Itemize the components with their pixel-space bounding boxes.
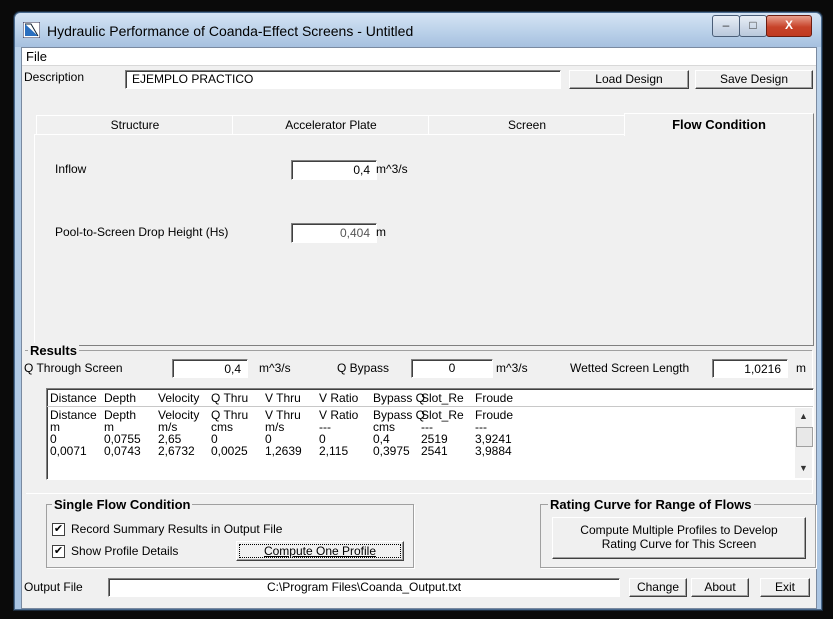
client-area: File Description EJEMPLO PRACTICO Load D… [21, 47, 817, 609]
output-file-path-text: C:\Program Files\Coanda_Output.txt [266, 580, 462, 594]
minimize-button[interactable]: – [712, 15, 740, 37]
list-cell: 0,0025 [211, 444, 248, 458]
inflow-input[interactable]: 0,4 [291, 160, 377, 180]
q-bypass-unit: m^3/s [496, 361, 528, 375]
list-cell: 2,6732 [158, 444, 195, 458]
col-v-ratio: V Ratio [319, 391, 359, 405]
q-bypass-value: 0 [411, 359, 493, 378]
menu-bar: File [22, 48, 816, 66]
q-bypass-label: Q Bypass [337, 361, 390, 375]
col-depth: Depth [104, 391, 137, 405]
save-design-button[interactable]: Save Design [695, 70, 813, 89]
list-cell: 2541 [421, 444, 448, 458]
menu-file[interactable]: File [26, 49, 47, 64]
results-scrollbar[interactable]: ▲ ▼ [795, 408, 813, 478]
inflow-unit: m^3/s [376, 162, 408, 176]
scroll-thumb[interactable] [796, 427, 813, 447]
rating-button-line1: Compute Multiple Profiles to Develop [580, 523, 778, 537]
list-cell: 3,9884 [475, 444, 512, 458]
app-icon [23, 22, 40, 38]
output-file-label: Output File [24, 580, 83, 594]
list-cell: 1,2639 [265, 444, 302, 458]
output-file-path: C:\Program Files\Coanda_Output.txt [108, 578, 620, 597]
col-distance: Distance [50, 391, 97, 405]
q-bypass-number: 0 [448, 361, 456, 375]
col-bypass-q: Bypass Q [373, 391, 426, 405]
title-bar[interactable]: Hydraulic Performance of Coanda-Effect S… [15, 13, 821, 47]
q-through-value: 0,4 [172, 359, 248, 378]
rating-button-line2: Rating Curve for This Screen [601, 537, 757, 551]
scroll-down-arrow-icon[interactable]: ▼ [795, 460, 812, 477]
drop-height-unit: m [376, 225, 386, 239]
drop-height-input[interactable]: 0,404 [291, 223, 377, 243]
record-summary-checkbox[interactable]: ✔ [52, 523, 65, 536]
description-label: Description [24, 70, 85, 84]
show-details-label: Show Profile Details [71, 544, 179, 558]
show-details-checkbox[interactable]: ✔ [52, 545, 65, 558]
wetted-length-value: 1,0216 [712, 359, 788, 378]
change-button[interactable]: Change [629, 578, 687, 597]
q-through-label: Q Through Screen [24, 361, 123, 375]
col-v-thru: V Thru [265, 391, 301, 405]
about-button[interactable]: About [691, 578, 749, 597]
wetted-length-label: Wetted Screen Length [570, 361, 690, 375]
q-through-unit: m^3/s [259, 361, 291, 375]
list-cell: 0,0743 [104, 444, 141, 458]
col-slot-re: Slot_Re [421, 391, 464, 405]
col-q-thru: Q Thru [211, 391, 249, 405]
results-title: Results [28, 343, 79, 358]
single-flow-title: Single Flow Condition [52, 497, 193, 512]
compute-one-profile-button[interactable]: Compute One Profile [236, 541, 404, 561]
close-button[interactable]: X [766, 15, 812, 37]
flow-condition-panel: Inflow 0,4 m^3/s Pool-to-Screen Drop Hei… [34, 134, 814, 346]
list-cell: 2,115 [319, 444, 349, 458]
col-velocity: Velocity [158, 391, 200, 405]
description-value: EJEMPLO PRACTICO [132, 72, 254, 86]
col-froude: Froude [475, 391, 514, 405]
inflow-label: Inflow [55, 162, 87, 176]
tab-structure[interactable]: Structure [36, 115, 234, 135]
tab-flow-condition[interactable]: Flow Condition [624, 113, 814, 136]
maximize-button[interactable]: □ [739, 15, 767, 37]
window-title: Hydraulic Performance of Coanda-Effect S… [47, 23, 414, 39]
description-input[interactable]: EJEMPLO PRACTICO [125, 70, 561, 89]
drop-height-label: Pool-to-Screen Drop Height (Hs) [55, 225, 229, 239]
list-cell: 0,0071 [50, 444, 87, 458]
rating-curve-title: Rating Curve for Range of Flows [548, 497, 754, 512]
compute-multiple-profiles-button[interactable]: Compute Multiple Profiles to Develop Rat… [552, 517, 806, 559]
tab-screen[interactable]: Screen [428, 115, 626, 135]
load-design-button[interactable]: Load Design [569, 70, 689, 89]
list-item[interactable]: 0,0071 0,0743 2,6732 0,0025 1,2639 2,115 0,397… [47, 445, 787, 457]
tab-accelerator-plate[interactable]: Accelerator Plate [232, 115, 430, 135]
compute-one-profile-label: Compute One Profile [263, 544, 377, 558]
results-list-header: Distance Depth Velocity Q Thru V Thru V … [47, 389, 813, 407]
results-list[interactable]: Distance Depth Velocity Q Thru V Thru V … [46, 388, 814, 480]
app-window: Hydraulic Performance of Coanda-Effect S… [14, 12, 822, 610]
record-summary-label: Record Summary Results in Output File [71, 522, 283, 536]
exit-button[interactable]: Exit [760, 578, 810, 597]
wetted-length-unit: m [796, 361, 806, 375]
list-cell: 0,3975 [373, 444, 410, 458]
scroll-up-arrow-icon[interactable]: ▲ [795, 408, 812, 425]
